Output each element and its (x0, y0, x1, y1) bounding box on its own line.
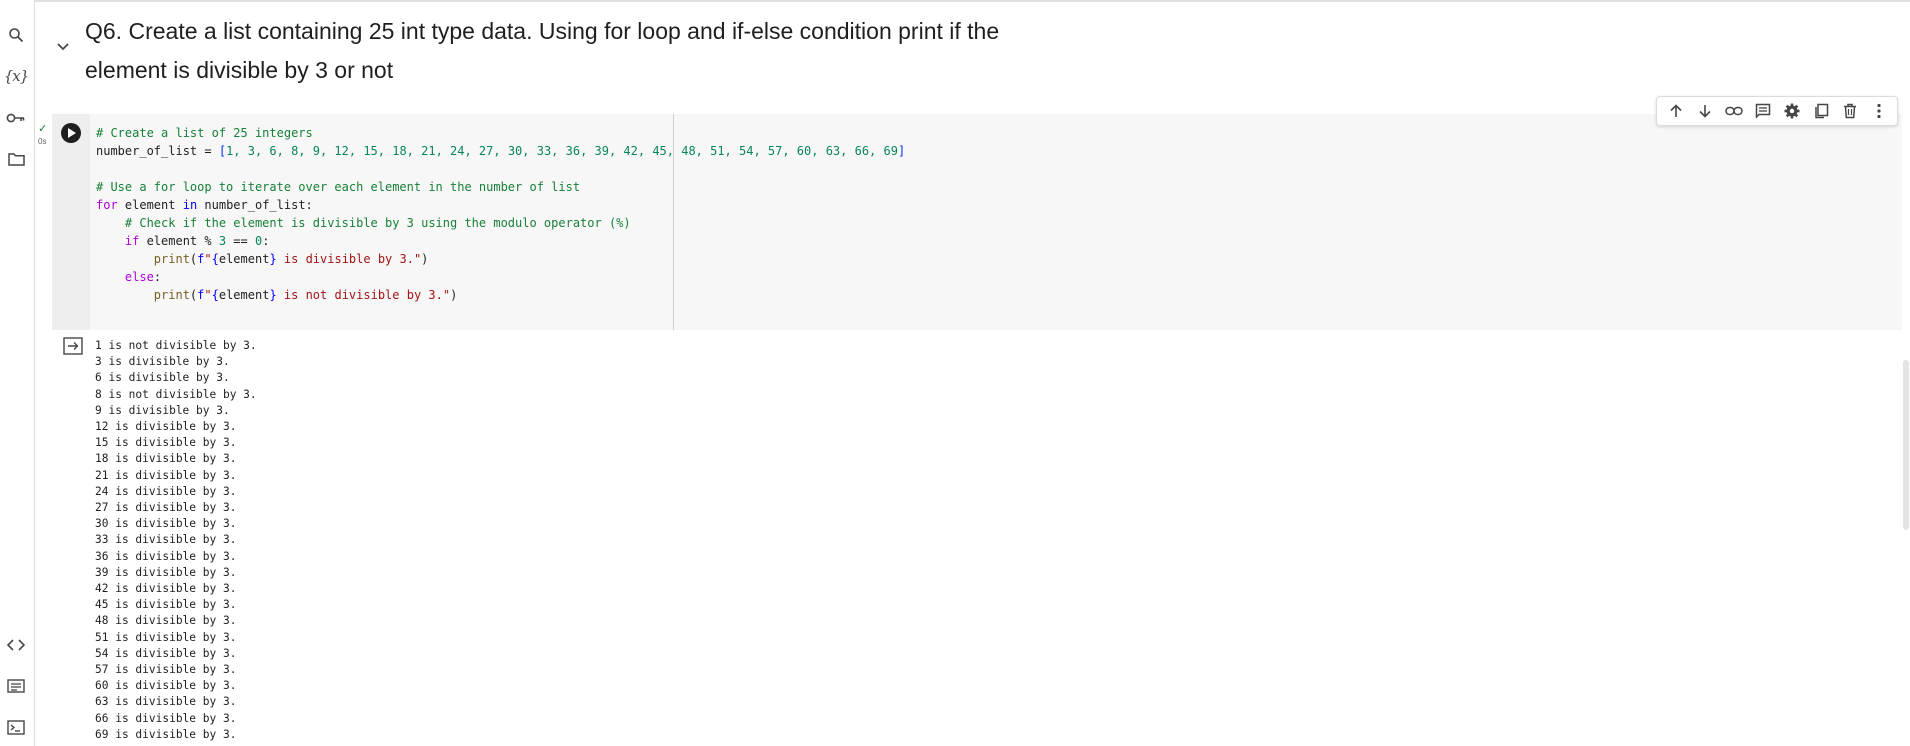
code-line: number_of_list = [1, 3, 6, 8, 9, 12, 15,… (96, 144, 905, 158)
left-sidebar: {x} (0, 0, 35, 746)
code-content[interactable]: # Create a list of 25 integers number_of… (96, 124, 905, 304)
output-line: 69 is divisible by 3. (95, 727, 237, 741)
output-line: 18 is divisible by 3. (95, 452, 237, 466)
terminal-icon[interactable] (4, 715, 28, 739)
markdown-heading: Q6. Create a list containing 25 int type… (85, 18, 1000, 83)
output-line: 48 is divisible by 3. (95, 614, 237, 628)
output-line: 36 is divisible by 3. (95, 549, 237, 563)
code-token: { (211, 288, 219, 302)
output-line: 30 is divisible by 3. (95, 517, 237, 531)
output-line: 9 is divisible by 3. (95, 403, 230, 417)
variables-icon[interactable]: {x} (4, 64, 30, 88)
output-line: 57 is divisible by 3. (95, 663, 237, 677)
output-line: 54 is divisible by 3. (95, 646, 237, 660)
code-token: } (269, 288, 277, 302)
output-line: 6 is divisible by 3. (95, 371, 230, 385)
more-vert-icon[interactable] (1868, 100, 1890, 122)
output-line: 66 is divisible by 3. (95, 711, 237, 725)
code-token: print (153, 288, 190, 302)
output-line: 1 is not divisible by 3. (95, 339, 257, 352)
command-palette-icon[interactable] (4, 674, 28, 698)
code-token: in (182, 198, 198, 212)
search-icon[interactable] (4, 23, 28, 47)
code-token: ] (897, 144, 906, 158)
key-icon[interactable] (4, 106, 28, 130)
code-token: } (269, 252, 277, 266)
output-line: 45 is divisible by 3. (95, 598, 237, 612)
output-line: 63 is divisible by 3. (95, 695, 237, 709)
code-line: # Check if the element is divisible by 3… (96, 216, 631, 230)
code-token: else (124, 270, 154, 284)
code-snippets-icon[interactable] (4, 633, 28, 657)
comment-icon[interactable] (1752, 100, 1774, 122)
code-token: { (211, 252, 219, 266)
output-line: 60 is divisible by 3. (95, 679, 237, 693)
execution-status-check-icon: ✓ (38, 123, 48, 135)
code-token: " (204, 288, 212, 302)
code-line: print(f"{element} is not divisible by 3.… (153, 288, 458, 302)
output-line: 51 is divisible by 3. (95, 630, 237, 644)
code-line: print(f"{element} is divisible by 3.") (153, 252, 429, 266)
code-token: if (124, 234, 140, 248)
code-token: is not divisible by 3." (276, 288, 451, 302)
run-cell-button[interactable] (61, 123, 81, 143)
cell-toolbar (1656, 96, 1898, 126)
mirror-cell-icon[interactable] (1810, 100, 1832, 122)
output-scrollbar[interactable] (1903, 360, 1909, 530)
arrow-up-icon[interactable] (1665, 100, 1687, 122)
code-line: if element % 3 == 0: (124, 234, 270, 248)
output-line: 12 is divisible by 3. (95, 420, 237, 434)
output-line: 33 is divisible by 3. (95, 533, 237, 547)
code-line: else: (124, 270, 162, 284)
code-token: 3 (218, 234, 227, 248)
link-icon[interactable] (1723, 100, 1745, 122)
code-token: number_of_list = (96, 144, 219, 158)
top-border (0, 0, 1910, 2)
code-token: " (204, 252, 212, 266)
code-token: [ (218, 144, 227, 158)
execution-time: 0s (38, 137, 47, 146)
collapse-section-chevron-icon[interactable] (53, 36, 73, 56)
output-line: 21 is divisible by 3. (95, 468, 237, 482)
output-line: 3 is divisible by 3. (95, 355, 230, 369)
output-line: 42 is divisible by 3. (95, 582, 237, 596)
code-token: print (153, 252, 190, 266)
output-line: 8 is not divisible by 3. (95, 387, 257, 401)
gear-icon[interactable] (1781, 100, 1803, 122)
arrow-down-icon[interactable] (1694, 100, 1716, 122)
code-token: 0 (254, 234, 263, 248)
code-token: is divisible by 3." (276, 252, 422, 266)
code-line: # Create a list of 25 integers (96, 126, 313, 140)
code-line: # Use a for loop to iterate over each el… (96, 180, 581, 194)
folder-icon[interactable] (4, 147, 28, 171)
trash-icon[interactable] (1839, 100, 1861, 122)
cell-output: 1 is not divisible by 3. 3 is divisible … (95, 338, 257, 743)
code-token: for (96, 198, 118, 212)
output-line: 15 is divisible by 3. (95, 436, 237, 450)
output-actions-icon[interactable] (63, 337, 83, 355)
output-line: 39 is divisible by 3. (95, 565, 237, 579)
code-token: 1, 3, 6, 8, 9, 12, 15, 18, 21, 24, 27, 3… (226, 144, 898, 158)
code-cell-gutter (52, 114, 90, 330)
output-line: 24 is divisible by 3. (95, 484, 237, 498)
output-line: 27 is divisible by 3. (95, 501, 237, 515)
code-line: for element in number_of_list: (96, 198, 313, 212)
